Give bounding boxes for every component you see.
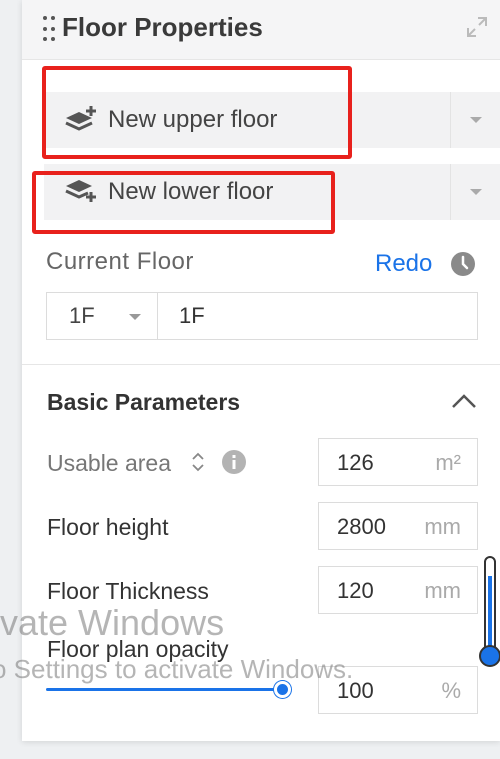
floor-select-value: 1F <box>69 303 95 328</box>
annotation-box-upper <box>42 66 352 159</box>
chevron-down-icon <box>129 314 141 320</box>
usable-area-input[interactable]: 126 m² <box>318 438 478 486</box>
floor-height-unit: mm <box>424 514 461 539</box>
floor-thickness-label: Floor Thickness <box>47 578 209 604</box>
chevron-up-icon[interactable] <box>450 392 478 410</box>
floor-height-label: Floor height <box>47 514 169 540</box>
new-upper-floor-dropdown[interactable] <box>450 92 500 148</box>
opacity-slider-track[interactable] <box>46 688 284 691</box>
clock-icon[interactable] <box>450 251 476 277</box>
redo-link[interactable]: Redo <box>375 250 432 278</box>
current-floor-label: Current Floor <box>46 248 194 275</box>
panel-title: Floor Properties <box>62 12 263 42</box>
usable-area-unit: m² <box>435 450 461 475</box>
floor-name-value: 1F <box>179 303 205 328</box>
thermometer-icon <box>479 556 500 667</box>
info-icon[interactable] <box>221 449 247 475</box>
floor-height-value: 2800 <box>337 514 386 539</box>
floor-plan-opacity-unit: % <box>441 678 461 703</box>
new-lower-floor-dropdown[interactable] <box>450 164 500 220</box>
floor-thickness-unit: mm <box>424 578 461 603</box>
floor-select[interactable]: 1F <box>46 292 158 340</box>
basic-parameters-title: Basic Parameters <box>47 389 241 415</box>
floor-name-input[interactable]: 1F <box>157 292 478 340</box>
activate-windows-watermark: ivate Windows <box>0 602 225 643</box>
drag-handle-icon[interactable] <box>43 16 55 44</box>
expand-icon[interactable] <box>466 16 488 38</box>
floor-thickness-value: 120 <box>337 578 374 603</box>
floor-height-input[interactable]: 2800 mm <box>318 502 478 550</box>
annotation-box-lower <box>32 171 335 234</box>
sort-icon[interactable] <box>190 450 206 474</box>
panel-header: Floor Properties <box>22 0 500 60</box>
floor-thickness-input[interactable]: 120 mm <box>318 566 478 614</box>
usable-area-label: Usable area <box>47 450 172 476</box>
section-divider <box>22 364 500 365</box>
chevron-down-icon <box>469 117 482 123</box>
usable-area-value: 126 <box>337 450 374 475</box>
activate-windows-hint: o Settings to activate Windows. <box>0 654 354 684</box>
chevron-down-icon <box>469 189 482 195</box>
